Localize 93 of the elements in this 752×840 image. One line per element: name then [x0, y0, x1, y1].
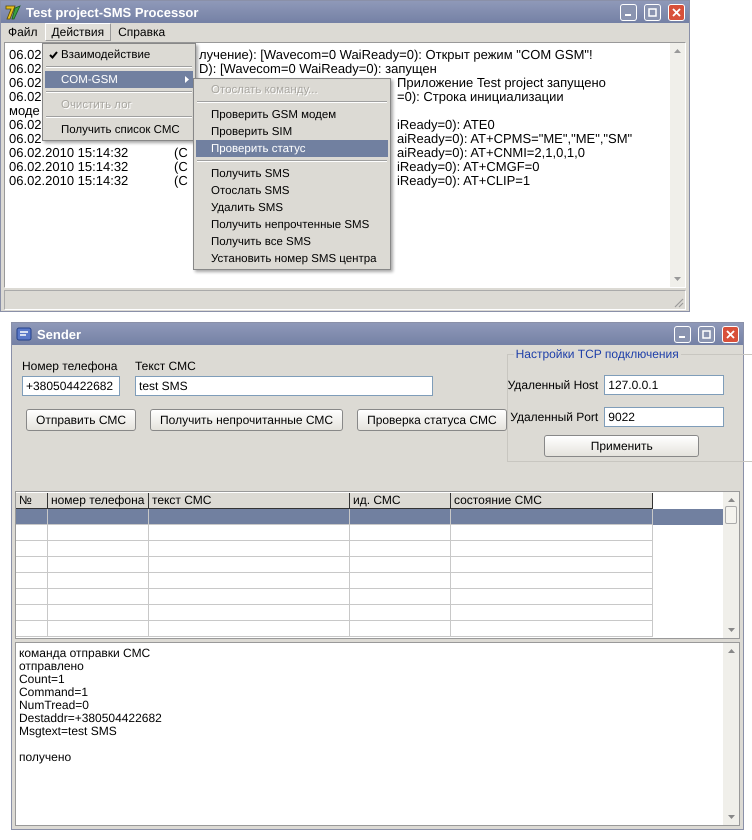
- log-timestamp: 06.02: [9, 75, 42, 90]
- message-field[interactable]: test SMS: [135, 376, 433, 396]
- close-icon: [672, 8, 681, 16]
- menu-item[interactable]: Отослать SMS: [196, 182, 388, 199]
- column-header[interactable]: состояние СМС: [451, 493, 653, 509]
- log-timestamp: 06.02.2010 15:14:32: [9, 159, 128, 174]
- log-timestamp: 06.02: [9, 61, 42, 76]
- scroll-down-icon[interactable]: [728, 815, 734, 819]
- output-line: команда отправки СМС: [19, 646, 150, 660]
- menu-item[interactable]: Получить SMS: [196, 165, 388, 182]
- menu-bar-item[interactable]: Действия: [44, 23, 112, 41]
- close-button[interactable]: [668, 4, 685, 20]
- log-message: iReady=0): AT+CLIP=1: [397, 174, 530, 188]
- close-icon: [726, 330, 735, 338]
- host-field[interactable]: 127.0.0.1: [604, 375, 724, 395]
- log-message: iReady=0): AT+CMGF=0: [397, 160, 540, 174]
- output-line: NumTread=0: [19, 698, 89, 712]
- resize-grip-icon[interactable]: [672, 296, 684, 308]
- log-timestamp: 06.02.2010 15:14:32: [9, 145, 128, 160]
- scroll-up-icon[interactable]: [728, 649, 734, 653]
- menu-item[interactable]: Получить список СМС: [45, 121, 193, 138]
- log-message: iReady=0): ATE0: [397, 118, 495, 132]
- scroll-thumb[interactable]: [725, 506, 737, 524]
- menu-item[interactable]: Получить непрочтенные SMS: [196, 216, 388, 233]
- log-source: (C: [174, 173, 188, 188]
- group-title: Настройки TCP подключения: [514, 347, 681, 361]
- maximize-button[interactable]: [698, 326, 715, 342]
- scroll-up-icon[interactable]: [674, 49, 681, 53]
- action-button[interactable]: Отправить СМС: [26, 409, 136, 431]
- phone-label: Номер телефона: [22, 359, 118, 373]
- menu-item[interactable]: Проверить SIM: [196, 123, 388, 140]
- apply-button[interactable]: Применить: [544, 435, 700, 457]
- log-timestamp: 06.02: [9, 47, 42, 62]
- menu-item[interactable]: Удалить SMS: [196, 199, 388, 216]
- scroll-up-icon[interactable]: [728, 498, 734, 502]
- host-label: Удаленный Host: [508, 378, 598, 392]
- log-message: лучение): [Wavecom=0 WaiReady=0): Открыт режим "COM GSM"!: [199, 48, 593, 62]
- output-line: отправлено: [19, 659, 84, 673]
- scrollbar[interactable]: [723, 492, 739, 638]
- menu-item[interactable]: Установить номер SMS центра: [196, 250, 388, 267]
- app-icon: [5, 4, 21, 20]
- minimize-button[interactable]: [620, 4, 637, 20]
- menu-bar-item[interactable]: Файл: [1, 23, 45, 41]
- window-title: Test project-SMS Processor: [26, 4, 198, 20]
- log-message: aiReady=0): AT+CPMS="ME","ME","SM": [397, 132, 632, 146]
- port-field[interactable]: 9022: [604, 407, 724, 427]
- log-message: aiReady=0): AT+CNMI=2,1,0,1,0: [397, 146, 585, 160]
- port-label: Удаленный Port: [510, 410, 598, 424]
- action-button[interactable]: Проверка статуса СМС: [357, 409, 507, 431]
- menu-item[interactable]: Проверить статус: [196, 140, 388, 157]
- log-timestamp: моде: [9, 103, 40, 118]
- output-line: получено: [19, 750, 72, 764]
- maximize-icon: [702, 330, 711, 338]
- maximize-icon: [648, 8, 657, 16]
- app-icon: [16, 326, 32, 342]
- scrollbar[interactable]: [723, 643, 739, 825]
- maximize-button[interactable]: [644, 4, 661, 20]
- submenu-arrow-icon: [185, 76, 189, 83]
- scroll-down-icon[interactable]: [728, 628, 734, 632]
- scrollbar[interactable]: [670, 43, 685, 287]
- menu-item[interactable]: Проверить GSM модем: [196, 106, 388, 123]
- menu-bar-item[interactable]: Справка: [111, 23, 172, 41]
- column-header[interactable]: номер телефона: [48, 493, 149, 509]
- log-source: (C: [174, 145, 188, 160]
- minimize-icon: [678, 336, 684, 338]
- menu-item[interactable]: COM-GSM: [45, 71, 193, 88]
- output-line: Count=1: [19, 672, 65, 686]
- log-message: D): [Wavecom=0 WaiReady=0): запущен: [199, 62, 437, 76]
- menu-item[interactable]: Взаимодействие: [45, 46, 193, 63]
- window-title: Sender: [37, 326, 82, 342]
- checkmark-icon: [48, 50, 58, 58]
- scroll-down-icon[interactable]: [674, 277, 681, 281]
- minimize-button[interactable]: [674, 326, 691, 342]
- log-timestamp: 06.02: [9, 89, 42, 104]
- column-header[interactable]: текст СМС: [149, 493, 350, 509]
- column-header[interactable]: №: [16, 493, 48, 509]
- column-header[interactable]: ид. СМС: [350, 493, 451, 509]
- output-line: Destaddr=+380504422682: [19, 711, 162, 725]
- log-message: Приложение Test project запущено: [397, 76, 606, 90]
- log-message: =0): Строка инициализации: [397, 90, 564, 104]
- phone-field[interactable]: +380504422682: [22, 376, 120, 396]
- action-button[interactable]: Получить непрочитанные СМС: [150, 409, 344, 431]
- message-label: Текст СМС: [135, 359, 197, 373]
- table-row[interactable]: [16, 509, 723, 525]
- minimize-icon: [624, 14, 630, 16]
- log-timestamp: 06.02: [9, 117, 42, 132]
- log-timestamp: 06.02.2010 15:14:32: [9, 173, 128, 188]
- log-source: (C: [174, 159, 188, 174]
- output-line: Command=1: [19, 685, 88, 699]
- close-button[interactable]: [722, 326, 739, 342]
- menu-item[interactable]: Получить все SMS: [196, 233, 388, 250]
- log-timestamp: 06.02: [9, 131, 42, 146]
- output-line: Msgtext=test SMS: [19, 724, 117, 738]
